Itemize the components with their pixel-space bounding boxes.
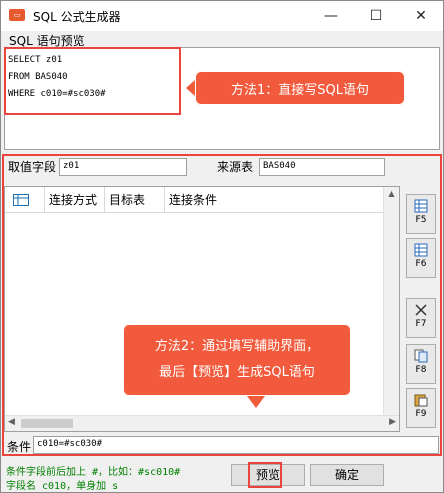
minimize-button[interactable]: — [311,1,351,31]
hint-line-2: 字段名 c010，单身加 s [6,481,119,492]
assist-area-highlight-box [2,154,442,456]
minimize-icon: — [324,8,338,24]
app-icon: ▭ [9,9,25,21]
callout-1-tail [186,80,195,96]
title-bar: ▭ SQL 公式生成器 — ☐ ✕ [1,1,443,31]
hint-line-1: 条件字段前后加上 #，比如：#sc010# [6,467,181,478]
preview-highlight-box [248,462,282,488]
maximize-button[interactable]: ☐ [356,1,396,31]
callout-method-1-text: 方法1：直接写SQL语句 [231,82,369,98]
close-icon: ✕ [415,8,427,24]
confirm-button[interactable]: 确定 [310,464,384,486]
callout-method-1: 方法1：直接写SQL语句 [186,71,405,105]
close-button[interactable]: ✕ [401,1,441,31]
maximize-icon: ☐ [369,8,383,24]
sql-highlight-box [4,47,181,115]
window-title: SQL 公式生成器 [33,10,121,24]
sql-formula-window: ▭ SQL 公式生成器 — ☐ ✕ SQL 语句预览 SELECT z01 FR… [0,0,444,493]
